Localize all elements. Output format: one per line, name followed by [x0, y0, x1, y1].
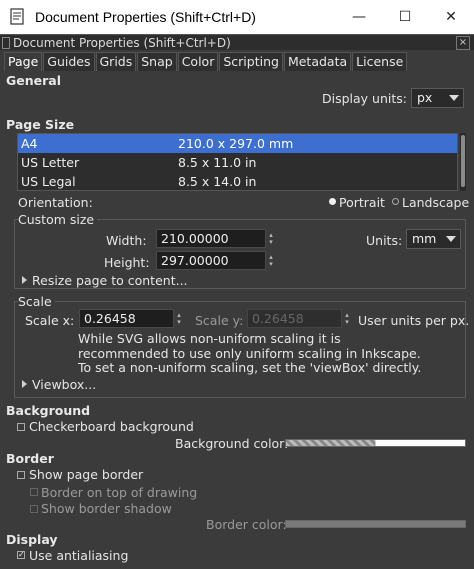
border-color-label: Border color:	[206, 517, 287, 532]
tab-grids[interactable]: Grids	[95, 52, 137, 71]
width-input[interactable]: 210.00000 ▴ ▾	[156, 229, 273, 248]
show-border-checkbox[interactable]	[17, 471, 25, 479]
border-shadow-label: Show border shadow	[41, 501, 172, 516]
spin-arrows-icon[interactable]: ▴ ▾	[176, 312, 182, 326]
border-on-top-label: Border on top of drawing	[41, 485, 198, 500]
background-color-swatch[interactable]	[285, 439, 466, 447]
custom-size-heading: Custom size	[18, 212, 98, 227]
window-title: Document Properties (Shift+Ctrl+D)	[35, 9, 256, 25]
dock-grip-icon[interactable]	[2, 36, 10, 49]
checkerboard-checkbox[interactable]	[17, 423, 25, 431]
tab-page[interactable]: Page	[4, 52, 43, 71]
spin-arrows-icon: ▴ ▾	[345, 311, 349, 326]
scale-note-line3: To set a non-uniform scaling, set the 'v…	[78, 360, 422, 375]
border-on-top-checkbox	[30, 488, 38, 496]
dock-header: Document Properties (Shift+Ctrl+D) ×	[0, 34, 474, 50]
portrait-label[interactable]: Portrait	[339, 195, 385, 210]
tab-license[interactable]: License	[352, 52, 408, 71]
border-shadow-checkbox	[30, 505, 38, 513]
user-units-per-px-label: User units per px.	[358, 313, 470, 328]
tab-scripting[interactable]: Scripting	[219, 52, 283, 71]
page-size-list[interactable]: A4 210.0 x 297.0 mm US Letter 8.5 x 11.0…	[17, 133, 458, 191]
page-size-row[interactable]: US Legal 8.5 x 14.0 in	[18, 172, 457, 191]
page-size-dimensions: 210.0 x 297.0 mm	[178, 136, 294, 151]
scale-y-label: Scale y:	[195, 313, 244, 328]
width-value: 210.00000	[161, 231, 229, 246]
chevron-down-icon	[446, 236, 456, 242]
dock-title: Document Properties (Shift+Ctrl+D)	[13, 35, 231, 50]
page-size-name: US Letter	[21, 155, 80, 170]
tab-snap[interactable]: Snap	[137, 52, 177, 71]
landscape-radio[interactable]	[392, 198, 399, 205]
expander-arrow-icon[interactable]	[22, 380, 27, 388]
height-value: 297.00000	[161, 253, 229, 268]
page-size-row[interactable]: US Letter 8.5 x 11.0 in	[18, 153, 457, 172]
scale-y-value: 0.26458	[252, 311, 304, 326]
scale-heading: Scale	[18, 294, 55, 309]
border-color-swatch	[285, 520, 466, 528]
viewbox-expander[interactable]: Viewbox...	[32, 377, 96, 392]
scale-x-value: 0.26458	[84, 311, 136, 326]
show-border-label[interactable]: Show page border	[29, 467, 143, 482]
antialiasing-label[interactable]: Use antialiasing	[29, 548, 128, 563]
tab-guides[interactable]: Guides	[43, 52, 95, 71]
spin-arrows-icon[interactable]: ▴ ▾	[268, 254, 274, 268]
orientation-label: Orientation:	[18, 195, 93, 210]
page-size-row[interactable]: A4 210.0 x 297.0 mm	[18, 134, 457, 153]
dock-close-button[interactable]: ×	[456, 35, 470, 50]
page-size-scrollbar[interactable]	[460, 133, 466, 191]
display-units-label: Display units:	[322, 91, 407, 106]
display-heading: Display	[6, 532, 58, 547]
expander-arrow-icon[interactable]	[22, 276, 27, 284]
page-size-heading: Page Size	[6, 117, 75, 132]
page-size-dimensions: 8.5 x 14.0 in	[178, 174, 257, 189]
background-color-label: Background color:	[175, 436, 289, 451]
spin-arrows-icon[interactable]: ▴ ▾	[268, 232, 274, 246]
display-units-value: px	[417, 90, 433, 105]
portrait-radio[interactable]	[329, 198, 336, 205]
minimize-button[interactable]: —	[336, 0, 382, 34]
document-properties-icon	[10, 8, 24, 25]
units-value: mm	[412, 231, 437, 246]
height-label: Height:	[104, 255, 150, 270]
tab-metadata[interactable]: Metadata	[283, 52, 352, 71]
window-titlebar: Document Properties (Shift+Ctrl+D) — ☐ ✕	[0, 0, 474, 34]
scale-y-input: 0.26458 ▴ ▾	[247, 309, 349, 328]
scale-note-line2: recommended to use only uniform scaling …	[78, 346, 421, 361]
height-input[interactable]: 297.00000 ▴ ▾	[156, 251, 273, 270]
scale-x-label: Scale x:	[25, 313, 75, 328]
scale-x-input[interactable]: 0.26458 ▴ ▾	[79, 309, 181, 328]
resize-page-expander[interactable]: Resize page to content...	[32, 273, 188, 288]
close-button[interactable]: ✕	[428, 0, 474, 34]
page-size-name: US Legal	[21, 174, 76, 189]
antialiasing-checkbox[interactable]: ✓	[17, 551, 25, 559]
page-size-name: A4	[21, 136, 38, 151]
scrollbar-thumb[interactable]	[461, 135, 465, 187]
chevron-down-icon	[449, 95, 459, 101]
border-heading: Border	[6, 451, 54, 466]
tab-bar: Page Guides Grids Snap Color Scripting M…	[4, 52, 408, 71]
general-heading: General	[6, 73, 61, 88]
scale-note-line1: While SVG allows non-uniform scaling it …	[78, 331, 341, 346]
width-label: Width:	[106, 233, 147, 248]
page-size-dimensions: 8.5 x 11.0 in	[178, 155, 257, 170]
checkerboard-label[interactable]: Checkerboard background	[29, 419, 194, 434]
landscape-label[interactable]: Landscape	[402, 195, 469, 210]
display-units-select[interactable]: px	[411, 88, 464, 108]
units-select[interactable]: mm	[406, 229, 461, 249]
background-heading: Background	[6, 403, 91, 418]
maximize-button[interactable]: ☐	[382, 0, 428, 34]
tab-color[interactable]: Color	[177, 52, 219, 71]
units-label: Units:	[366, 233, 403, 248]
